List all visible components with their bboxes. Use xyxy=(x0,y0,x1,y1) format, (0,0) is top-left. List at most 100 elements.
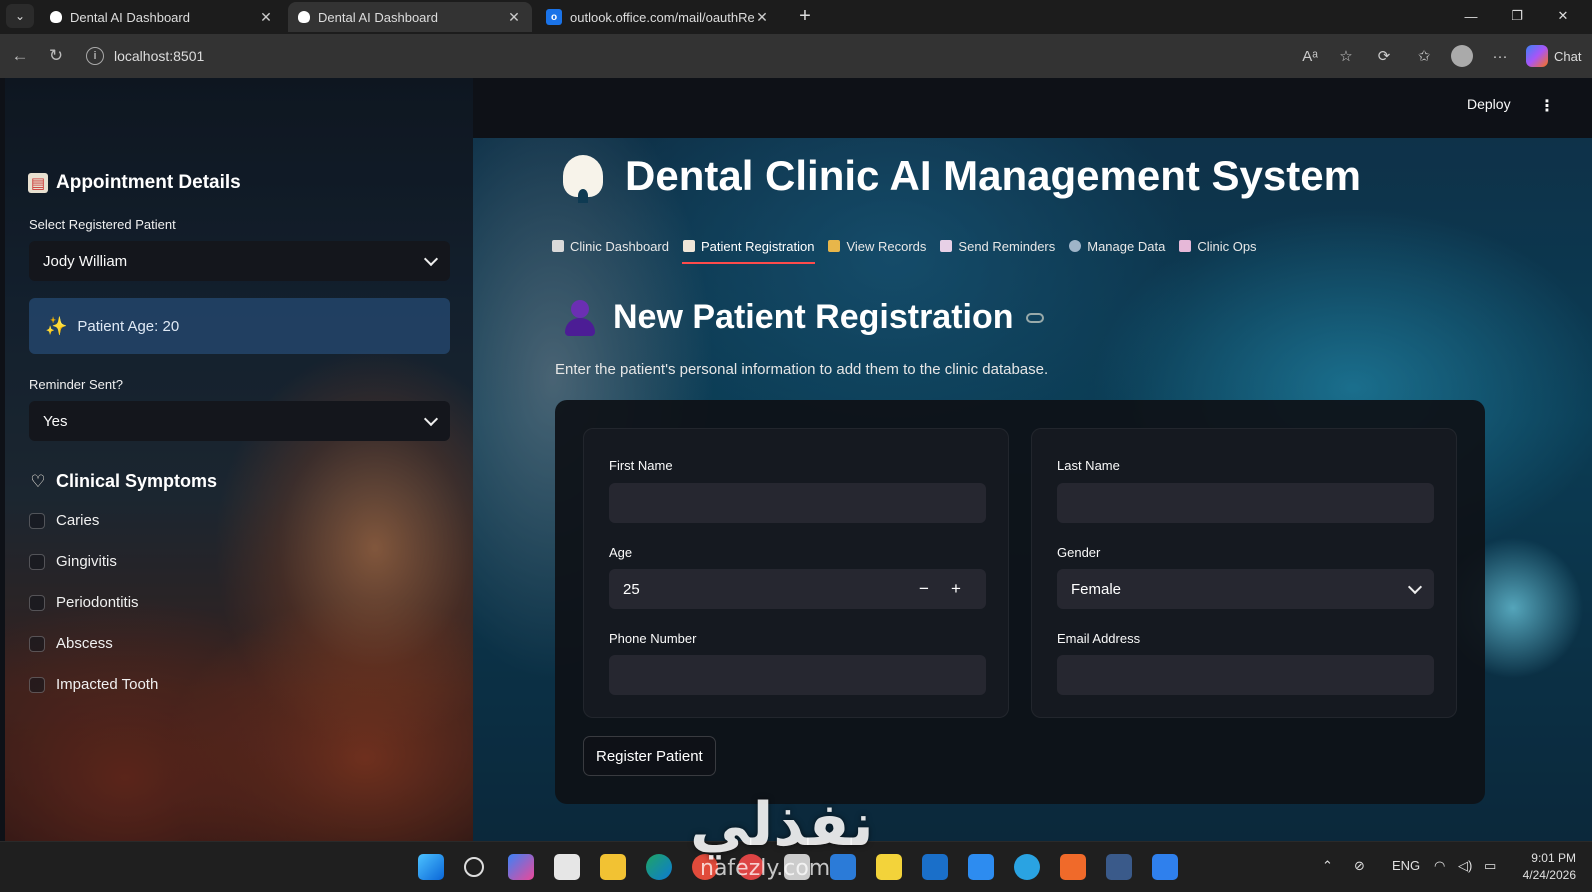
battery-icon[interactable]: ▭ xyxy=(1484,858,1496,874)
restore-icon[interactable]: ❐ xyxy=(1494,2,1540,30)
app-icon[interactable] xyxy=(1060,854,1086,880)
tab-clinic-dashboard[interactable]: Clinic Dashboard xyxy=(545,228,676,264)
vscode-icon[interactable] xyxy=(968,854,994,880)
chat-label: Chat xyxy=(1554,48,1582,64)
close-tab-icon[interactable]: ✕ xyxy=(506,9,522,26)
profile-avatar[interactable] xyxy=(1450,44,1474,68)
file-explorer-icon[interactable] xyxy=(600,854,626,880)
refresh-icon[interactable]: ↻ xyxy=(44,44,68,68)
copilot-icon xyxy=(1526,45,1548,67)
tooth-favicon-icon xyxy=(50,11,62,23)
clipboard-icon xyxy=(1179,240,1192,252)
email-input[interactable] xyxy=(1057,655,1434,695)
browser-tab-strip: ⌄ Dental AI Dashboard ✕ Dental AI Dashbo… xyxy=(0,0,1592,34)
symptom-checkbox-impacted-tooth[interactable]: Impacted Tooth xyxy=(29,676,158,693)
section-heading: New Patient Registration xyxy=(563,298,1044,337)
sticky-notes-icon[interactable] xyxy=(876,854,902,880)
start-icon[interactable] xyxy=(418,854,444,880)
checkbox[interactable] xyxy=(29,594,45,611)
new-tab-icon[interactable]: + xyxy=(790,2,820,30)
reminder-select[interactable]: Yes xyxy=(29,401,450,441)
url-field[interactable]: i localhost:8501 xyxy=(80,40,1280,72)
browser-tab-active[interactable]: Dental AI Dashboard ✕ xyxy=(288,2,532,32)
link-icon[interactable] xyxy=(1025,312,1044,323)
search-icon[interactable] xyxy=(464,857,484,877)
telegram-icon[interactable] xyxy=(1014,854,1040,880)
favorites-icon[interactable]: ✩ xyxy=(1412,44,1436,68)
read-aloud-icon[interactable]: Aᵃ xyxy=(1298,44,1322,68)
tab-send-reminders[interactable]: Send Reminders xyxy=(933,228,1062,264)
browser-tab[interactable]: Dental AI Dashboard ✕ xyxy=(40,2,284,32)
photos-icon[interactable] xyxy=(922,854,948,880)
clock-date: 4/24/2026 xyxy=(1522,868,1576,882)
watermark-url: nafezly.com xyxy=(700,856,831,881)
site-info-icon[interactable]: i xyxy=(86,47,104,65)
gear-icon xyxy=(1069,240,1082,252)
last-name-input[interactable] xyxy=(1057,483,1434,523)
heading-text: Clinical Symptoms xyxy=(56,471,218,491)
document-icon xyxy=(683,240,695,252)
close-window-icon[interactable]: ✕ xyxy=(1540,2,1586,30)
tab-clinic-ops[interactable]: Clinic Ops xyxy=(1172,228,1263,264)
back-icon[interactable]: ← xyxy=(8,44,32,68)
registration-form: First Name Age 25 − + Phone Number Last … xyxy=(555,400,1485,804)
phone-input[interactable] xyxy=(609,655,986,695)
tab-patient-registration[interactable]: Patient Registration xyxy=(676,228,821,264)
outlook-icon[interactable] xyxy=(1152,854,1178,880)
checkbox[interactable] xyxy=(29,553,45,570)
favorite-star-icon[interactable]: ☆ xyxy=(1334,44,1358,68)
checkbox-label: Caries xyxy=(56,512,100,529)
checkbox[interactable] xyxy=(29,635,45,652)
wifi-icon[interactable]: ◠ xyxy=(1434,858,1445,874)
deploy-button[interactable]: Deploy xyxy=(1467,96,1511,112)
symptom-checkbox-gingivitis[interactable]: Gingivitis xyxy=(29,553,117,570)
tab-title: outlook.office.com/mail/oauthRed xyxy=(570,9,754,25)
more-options-icon[interactable]: ··· xyxy=(1488,44,1512,68)
tab-view-records[interactable]: View Records xyxy=(821,228,933,264)
tab-label: Manage Data xyxy=(1087,238,1166,254)
title-text: Dental Clinic AI Management System xyxy=(625,152,1361,199)
first-name-input[interactable] xyxy=(609,483,986,523)
sparkles-icon: ✨ xyxy=(45,315,68,336)
close-tab-icon[interactable]: ✕ xyxy=(754,9,770,26)
language-indicator[interactable]: ENG xyxy=(1392,858,1420,873)
main-content: Deploy ⋮ Dental Clinic AI Management Sys… xyxy=(473,78,1592,841)
store-icon[interactable] xyxy=(554,854,580,880)
snipping-tool-icon[interactable] xyxy=(1106,854,1132,880)
extensions-icon[interactable]: ⟳ xyxy=(1372,44,1396,68)
edge-icon[interactable] xyxy=(646,854,672,880)
symptom-checkbox-abscess[interactable]: Abscess xyxy=(29,635,113,652)
system-clock[interactable]: 9:01 PM 4/24/2026 xyxy=(1496,850,1576,884)
gender-select[interactable]: Female xyxy=(1057,569,1434,609)
checkbox[interactable] xyxy=(29,512,45,529)
copilot-chat-button[interactable]: Chat xyxy=(1526,44,1581,68)
show-hidden-icons-icon[interactable]: ⌃ xyxy=(1322,858,1333,874)
age-number-input[interactable]: 25 − + xyxy=(609,569,986,609)
appointment-details-heading: ▤ Appointment Details xyxy=(28,172,241,194)
patient-select[interactable]: Jody William xyxy=(29,241,450,281)
volume-icon[interactable]: ◁) xyxy=(1458,858,1472,874)
browser-tab[interactable]: o outlook.office.com/mail/oauthRed ✕ xyxy=(536,2,780,32)
tab-actions-menu-icon[interactable]: ⌄ xyxy=(6,4,34,28)
increment-icon[interactable]: + xyxy=(940,579,972,599)
copilot-icon[interactable] xyxy=(508,854,534,880)
close-tab-icon[interactable]: ✕ xyxy=(258,9,274,26)
symptom-checkbox-periodontitis[interactable]: Periodontitis xyxy=(29,594,139,611)
chart-icon xyxy=(552,240,564,252)
heading-text: New Patient Registration xyxy=(613,298,1014,336)
main-menu-icon[interactable]: ⋮ xyxy=(1539,96,1555,116)
tab-manage-data[interactable]: Manage Data xyxy=(1062,228,1172,264)
symptom-checkbox-caries[interactable]: Caries xyxy=(29,512,99,529)
page-title: Dental Clinic AI Management System xyxy=(563,152,1361,203)
register-patient-button[interactable]: Register Patient xyxy=(583,736,716,776)
decrement-icon[interactable]: − xyxy=(908,579,940,599)
phone-label: Phone Number xyxy=(609,631,697,646)
checkbox[interactable] xyxy=(29,676,45,693)
form-column-right: Last Name Gender Female Email Address xyxy=(1031,428,1457,718)
checkbox-label: Abscess xyxy=(56,635,113,652)
mail-icon xyxy=(940,240,953,252)
minimize-icon[interactable]: — xyxy=(1448,2,1494,30)
network-off-icon[interactable]: ⊘ xyxy=(1354,858,1365,874)
address-bar: ← ↻ i localhost:8501 Aᵃ ☆ ⟳ ✩ ··· Chat xyxy=(0,34,1592,78)
patient-age-info: ✨ Patient Age: 20 xyxy=(29,298,450,354)
